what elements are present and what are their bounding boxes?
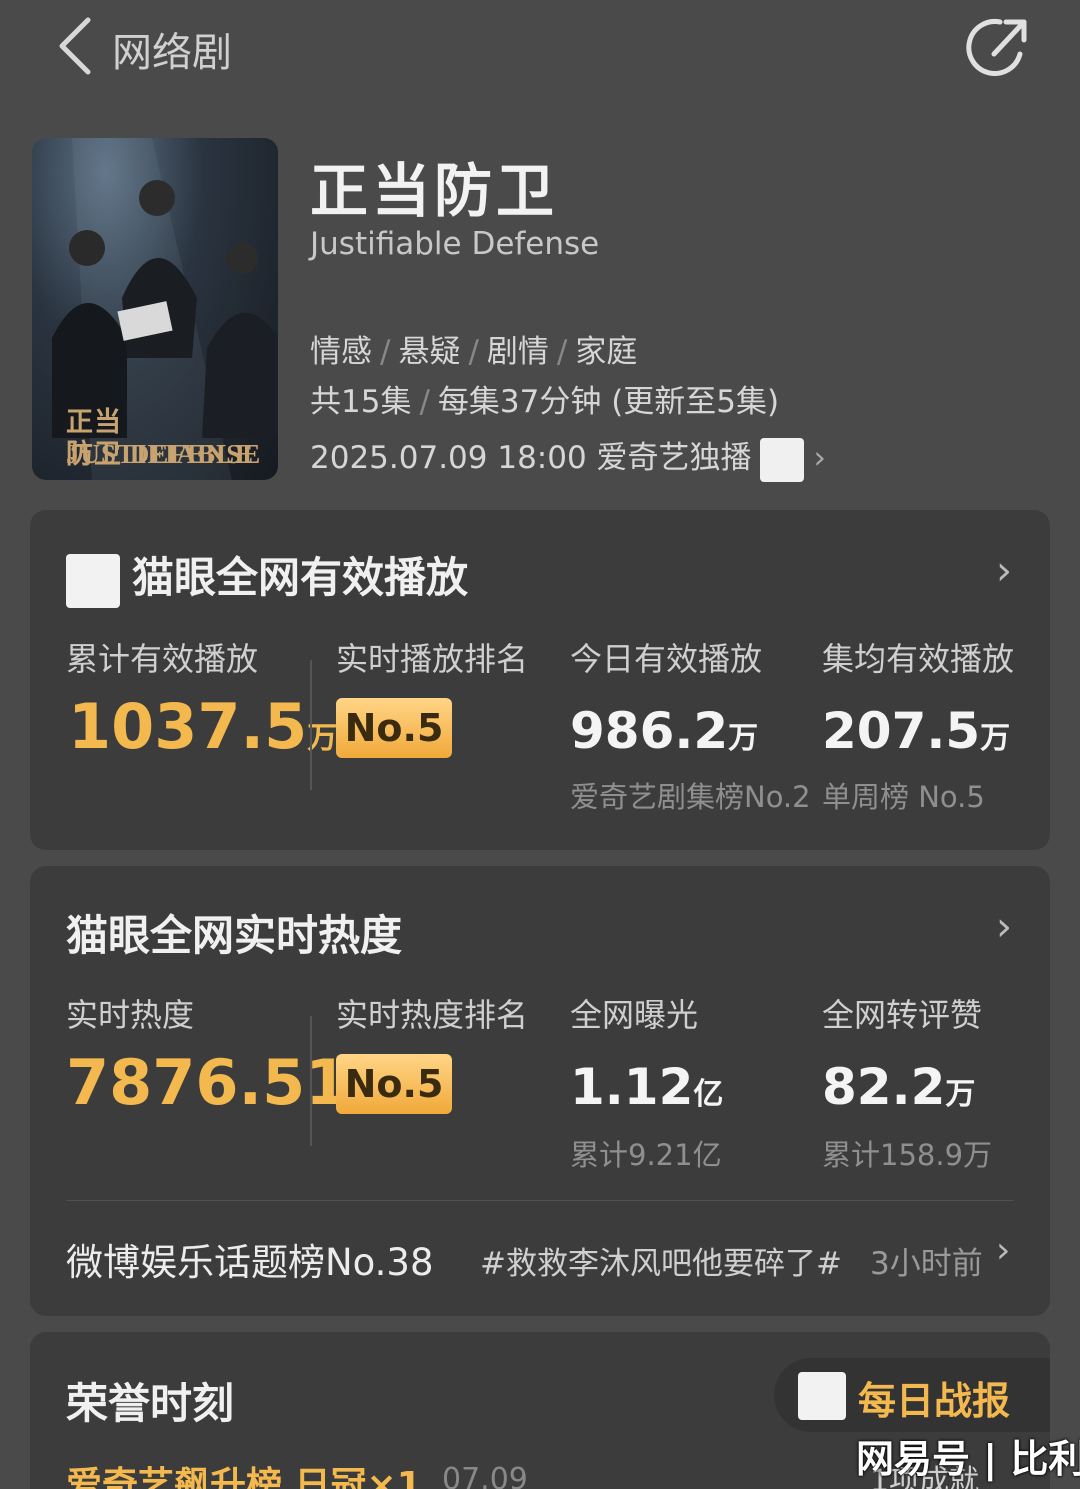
weibo-topic: #救救李沐风吧他要碎了#: [480, 1246, 842, 1282]
exposure-label: 全网曝光: [570, 996, 699, 1034]
heat-stats-card[interactable]: 猫眼全网实时热度 › 实时热度 7876.51 实时热度排名 No.5 全网曝光…: [30, 866, 1050, 1316]
heat-rank-badge: No.5: [336, 1054, 452, 1114]
rank-label: 实时播放排名: [336, 640, 529, 678]
back-arrow-icon[interactable]: [52, 14, 102, 78]
daily-report-label: 每日战报: [858, 1379, 1011, 1423]
platform-logo: [759, 437, 804, 482]
release-info[interactable]: 2025.07.09 18:00 爱奇艺独播 ›: [310, 432, 826, 482]
genre-tag: 家庭: [575, 334, 638, 370]
chevron-right-icon[interactable]: ›: [996, 904, 1012, 950]
honor-date: 07.09: [442, 1462, 528, 1489]
today-sub: 爱奇艺剧集榜No.2: [570, 780, 811, 814]
chevron-right-icon: ›: [813, 440, 826, 476]
honor-item: 爱奇艺飙升榜 日冠×1: [66, 1465, 422, 1489]
rank-badge: No.5: [336, 698, 452, 758]
chevron-right-icon[interactable]: ›: [996, 548, 1012, 594]
exposure-sub: 累计9.21亿: [570, 1138, 722, 1172]
heat-card-title: 猫眼全网实时热度: [66, 911, 403, 960]
chevron-right-icon: ›: [996, 1230, 1011, 1271]
heat-value: 7876.51: [66, 1046, 349, 1119]
show-title: 正当防卫: [310, 157, 559, 225]
episode-info: 共15集 / 每集37分钟 (更新至5集): [310, 384, 780, 420]
engage-value: 82.2万: [822, 1058, 976, 1116]
play-card-title: 猫眼全网有效播放: [66, 544, 468, 608]
release-date: 2025.07.09 18:00 爱奇艺独播: [310, 440, 752, 476]
honor-card-title: 荣誉时刻: [66, 1379, 235, 1428]
genre-tag: 悬疑: [398, 334, 461, 370]
avg-label: 集均有效播放: [822, 640, 1015, 678]
episode-length: 每集37分钟 (更新至5集): [437, 384, 780, 420]
engage-label: 全网转评赞: [822, 996, 983, 1034]
avg-sub: 单周榜 No.5: [822, 780, 985, 814]
cumulative-label: 累计有效播放: [66, 640, 259, 678]
weibo-rank: 微博娱乐话题榜No.38: [66, 1241, 434, 1284]
avg-value: 207.5万: [822, 702, 1011, 760]
heat-rank-label: 实时热度排名: [336, 996, 529, 1034]
maoyan-logo: [66, 553, 120, 608]
watermark: 网易号 | 比利: [856, 1437, 1080, 1481]
engage-sub: 累计158.9万: [822, 1138, 993, 1172]
genre-tag: 剧情: [486, 334, 549, 370]
show-poster[interactable]: 正当 JUSTIFIABLE 防卫 DEFENSE: [32, 138, 278, 480]
cumulative-value: 1037.5万: [68, 690, 338, 763]
header-title: 网络剧: [112, 30, 232, 76]
maoyan-logo: [798, 1372, 846, 1420]
episode-count: 共15集: [310, 384, 412, 420]
weibo-time: 3小时前: [870, 1246, 983, 1282]
heat-label: 实时热度: [66, 996, 195, 1034]
today-label: 今日有效播放: [570, 640, 763, 678]
play-stats-card[interactable]: 猫眼全网有效播放 › 累计有效播放 1037.5万 实时播放排名 No.5 今日…: [30, 510, 1050, 850]
genre-list: 情感 / 悬疑 / 剧情 / 家庭: [310, 334, 638, 370]
exposure-value: 1.12亿: [570, 1058, 724, 1116]
divider: [310, 1016, 312, 1146]
divider: [310, 660, 312, 790]
divider: [66, 1200, 1014, 1201]
share-icon[interactable]: [966, 14, 1034, 82]
poster-title-line2: 防卫 DEFENSE: [66, 439, 262, 469]
show-title-english: Justifiable Defense: [310, 226, 600, 262]
weibo-topic-row[interactable]: 微博娱乐话题榜No.38 #救救李沐风吧他要碎了# 3小时前 ›: [66, 1230, 1016, 1284]
today-value: 986.2万: [570, 702, 759, 760]
genre-tag: 情感: [310, 334, 372, 370]
